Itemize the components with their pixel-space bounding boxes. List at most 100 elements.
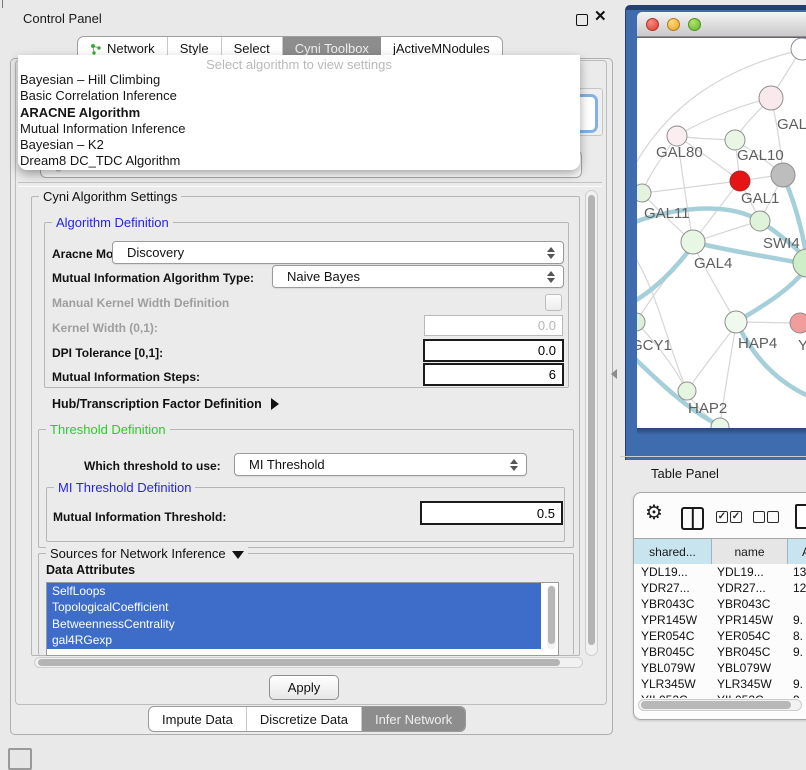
table-row[interactable]: YDL19...YDL19...13 xyxy=(634,564,806,580)
dropdown-item[interactable]: Basic Correlation Inference xyxy=(18,88,580,104)
dpi-tolerance-input[interactable] xyxy=(423,339,564,362)
table-row[interactable]: YBR043CYBR043C xyxy=(634,596,806,612)
algorithm-dropdown: Select algorithm to view settings Bayesi… xyxy=(18,55,580,170)
dropdown-item[interactable]: Bayesian – K2 xyxy=(18,137,580,153)
tab-discretize-data[interactable]: Discretize Data xyxy=(247,707,362,731)
gear-icon[interactable]: ⚙ xyxy=(645,503,663,523)
node-label: Y xyxy=(798,337,806,354)
kernel-width-input[interactable] xyxy=(424,315,563,336)
hub-section-toggle[interactable]: Hub/Transcription Factor Definition xyxy=(52,397,279,411)
node-gal11[interactable] xyxy=(637,184,651,202)
node-gcy1[interactable] xyxy=(637,313,645,331)
node-labels: GAL GAL80 GAL10 GAL1 GAL11 SWI4 GAL4 GCY… xyxy=(637,116,806,417)
spinner-arrows-icon xyxy=(547,271,555,283)
mi-threshold-label: Mutual Information Threshold: xyxy=(53,510,226,524)
node-label: GAL4 xyxy=(694,255,732,272)
which-threshold-label: Which threshold to use: xyxy=(84,459,221,473)
mi-threshold-input[interactable] xyxy=(420,501,563,525)
apply-button[interactable]: Apply xyxy=(269,675,339,700)
column-header-name[interactable]: name xyxy=(712,539,788,565)
list-item[interactable]: gal4RGexp xyxy=(47,632,541,648)
network-window-titlebar[interactable] xyxy=(637,12,806,37)
node-salmon[interactable] xyxy=(790,313,806,333)
node-hap2[interactable] xyxy=(678,382,696,400)
node-gal[interactable] xyxy=(759,86,783,110)
deselect-all-checkbox-icon[interactable] xyxy=(753,511,765,523)
column-header-shared-name[interactable]: shared... xyxy=(634,539,712,565)
node-gray[interactable] xyxy=(771,163,795,187)
settings-horizontal-scrollbar[interactable] xyxy=(34,657,583,668)
node-hap4[interactable] xyxy=(725,311,747,333)
node-gal80[interactable] xyxy=(667,126,687,146)
panel-grip xyxy=(2,0,3,8)
columns-icon[interactable] xyxy=(681,507,704,530)
dropdown-item-selected[interactable]: ARACNE Algorithm xyxy=(18,105,580,121)
table-row[interactable]: YPR145WYPR145W9. xyxy=(634,612,806,628)
column-header-partial[interactable]: A xyxy=(788,539,806,565)
aracne-mode-combo[interactable]: Discovery xyxy=(112,241,564,264)
node-green-large[interactable] xyxy=(793,249,806,277)
list-item[interactable]: BetweennessCentrality xyxy=(47,616,541,632)
spinner-arrows-icon xyxy=(510,459,518,471)
table-row[interactable]: YDR27...YDR27...12 xyxy=(634,580,806,596)
group-title: Cyni Algorithm Settings xyxy=(39,189,181,204)
data-attributes-list[interactable]: SelfLoops TopologicalCoefficient Between… xyxy=(46,582,559,656)
dropdown-hint: Select algorithm to view settings xyxy=(18,55,580,72)
table-row[interactable]: YLR345WYLR345W9. xyxy=(634,676,806,692)
node-gal4[interactable] xyxy=(681,230,705,254)
table-row[interactable]: YIL052CYIL052C9 xyxy=(634,692,806,698)
network-icon xyxy=(90,43,102,55)
zoom-window-icon[interactable] xyxy=(688,18,701,31)
select-all-checkbox-icon[interactable]: ✓ xyxy=(730,511,742,523)
mi-type-value: Naive Bayes xyxy=(287,269,360,284)
expanded-arrow-icon[interactable] xyxy=(232,551,244,559)
table-header: shared... name A xyxy=(634,538,806,566)
splitter-collapse-icon[interactable] xyxy=(611,369,617,379)
list-item[interactable]: SelfLoops xyxy=(47,583,541,599)
dpi-tolerance-label: DPI Tolerance [0,1]: xyxy=(52,346,163,360)
mi-steps-input[interactable] xyxy=(423,363,564,386)
group-title[interactable]: Sources for Network Inference xyxy=(46,546,248,561)
docked-panel-icon[interactable] xyxy=(8,748,32,770)
group-title: MI Threshold Definition xyxy=(54,480,195,495)
node-label: GAL80 xyxy=(656,144,703,161)
table-row[interactable]: YBL079WYBL079W xyxy=(634,660,806,676)
node-label: GAL xyxy=(777,116,806,133)
node[interactable] xyxy=(791,38,806,60)
spinner-arrows-icon xyxy=(547,247,555,259)
network-graph: GAL GAL80 GAL10 GAL1 GAL11 SWI4 GAL4 GCY… xyxy=(637,38,806,428)
list-scrollbar[interactable] xyxy=(547,585,556,649)
which-threshold-combo[interactable]: MI Threshold xyxy=(234,453,527,476)
node[interactable] xyxy=(711,418,729,428)
table-horizontal-scrollbar[interactable] xyxy=(638,699,802,711)
node-selected-red[interactable] xyxy=(730,171,750,191)
kernel-width-label: Kernel Width (0,1): xyxy=(52,321,158,335)
node-label: HAP4 xyxy=(738,335,777,352)
node-swi4[interactable] xyxy=(750,211,770,231)
hub-section-label: Hub/Transcription Factor Definition xyxy=(52,397,262,411)
tab-impute-data[interactable]: Impute Data xyxy=(149,707,247,731)
table-row[interactable]: YBR045CYBR045C9. xyxy=(634,644,806,660)
table-panel-title: Table Panel xyxy=(651,466,719,481)
collapsed-arrow-icon[interactable] xyxy=(271,398,279,410)
manual-kernel-checkbox[interactable] xyxy=(545,294,562,311)
settings-vertical-scrollbar[interactable] xyxy=(585,190,598,656)
minimize-window-icon[interactable] xyxy=(667,18,680,31)
close-window-icon[interactable] xyxy=(646,18,659,31)
tab-infer-network[interactable]: Infer Network xyxy=(362,707,465,731)
float-panel-icon[interactable] xyxy=(576,14,588,26)
mi-type-combo[interactable]: Naive Bayes xyxy=(272,265,564,288)
dropdown-item[interactable]: Bayesian – Hill Climbing xyxy=(18,72,580,88)
network-canvas[interactable]: GAL GAL80 GAL10 GAL1 GAL11 SWI4 GAL4 GCY… xyxy=(637,38,806,428)
function-builder-icon[interactable] xyxy=(795,504,806,529)
dropdown-item[interactable]: Mutual Information Inference xyxy=(18,121,580,137)
table-row[interactable]: YER054CYER054C8. xyxy=(634,628,806,644)
node-label: GCY1 xyxy=(637,337,672,354)
dropdown-item[interactable]: Dream8 DC_TDC Algorithm xyxy=(18,153,580,169)
close-panel-icon[interactable]: ✕ xyxy=(594,7,607,25)
table-body[interactable]: YDL19...YDL19...13 YDR27...YDR27...12 YB… xyxy=(634,564,806,698)
list-item[interactable]: TopologicalCoefficient xyxy=(47,599,541,615)
deselect-all-checkbox-icon[interactable] xyxy=(767,511,779,523)
select-all-checkbox-icon[interactable]: ✓ xyxy=(716,511,728,523)
data-attributes-label: Data Attributes xyxy=(46,563,135,577)
